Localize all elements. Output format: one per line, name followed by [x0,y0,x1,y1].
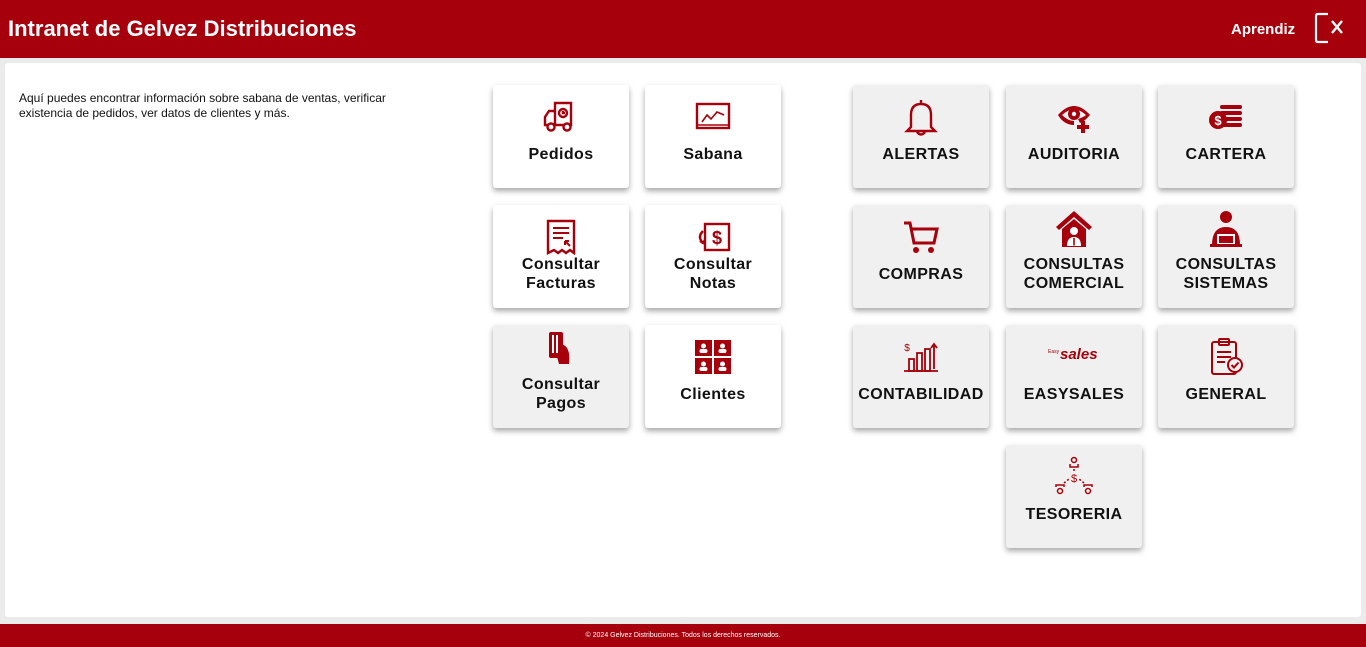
app-header: Intranet de Gelvez Distribuciones Aprend… [0,0,1366,58]
chart-icon [693,99,733,135]
bell-icon [901,97,941,137]
tile-consultar-notas[interactable]: $ Consultar Notas [645,205,781,308]
tile-label: CONTABILIDAD [858,386,984,403]
easysales-logo: Easy sales [1044,343,1104,367]
tile-contabilidad[interactable]: $ CONTABILIDAD [853,325,989,428]
tile-label: CONSULTAS SISTEMAS [1175,256,1277,292]
tile-clientes[interactable]: Clientes [645,325,781,428]
money-note-icon: $ [693,219,733,255]
person-laptop-icon [1206,209,1246,249]
clients-grid-icon [693,339,733,375]
cart-icon [901,219,941,255]
tile-alertas[interactable]: ALERTAS [853,85,989,188]
tile-label: GENERAL [1185,386,1267,403]
tile-label: Pedidos [528,146,594,163]
svg-text:$: $ [904,343,910,354]
tile-label: COMPRAS [878,266,964,283]
tile-compras[interactable]: COMPRAS [853,205,989,308]
main-panel: Aquí puedes encontrar información sobre … [5,63,1361,617]
tile-label: Sabana [683,146,743,163]
tile-label: CARTERA [1185,146,1267,163]
svg-text:sales: sales [1060,346,1098,363]
tile-pedidos[interactable]: Pedidos [493,85,629,188]
tile-label: CONSULTAS COMERCIAL [1023,256,1125,292]
tile-label: Clientes [680,386,746,403]
house-person-icon [1054,209,1094,249]
svg-text:$: $ [1071,473,1077,485]
money-flow-icon: $ [1054,455,1094,495]
tile-label: EASYSALES [1023,386,1125,403]
truck-icon [541,99,581,135]
tile-cartera[interactable]: $ CARTERA [1158,85,1294,188]
tile-label: Consultar Facturas [521,256,601,292]
tile-consultas-comercial[interactable]: CONSULTAS COMERCIAL [1006,205,1142,308]
app-title: Intranet de Gelvez Distribuciones [8,16,357,41]
page-description: Aquí puedes encontrar información sobre … [19,91,386,120]
eye-plus-icon [1054,99,1094,135]
card-payment-icon [541,330,581,366]
svg-text:Easy: Easy [1048,349,1060,355]
tile-label: Consultar Pagos [521,376,601,412]
tile-easysales[interactable]: Easy sales EASYSALES [1006,325,1142,428]
tile-consultas-sistemas[interactable]: CONSULTAS SISTEMAS [1158,205,1294,308]
logout-icon[interactable] [1314,12,1348,44]
tile-label: AUDITORIA [1027,146,1121,163]
bar-chart-icon: $ [901,339,941,375]
footer-text: © 2024 Gelvez Distribuciones. Todos los … [585,632,781,639]
tile-sabana[interactable]: Sabana [645,85,781,188]
tile-consultar-pagos[interactable]: Consultar Pagos [493,325,629,428]
tile-label: Consultar Notas [673,256,753,292]
invoice-icon [541,219,581,255]
user-name[interactable]: Aprendiz [1231,21,1295,38]
tile-consultar-facturas[interactable]: Consultar Facturas [493,205,629,308]
tile-auditoria[interactable]: AUDITORIA [1006,85,1142,188]
tile-tesoreria[interactable]: $ TESORERIA [1006,445,1142,548]
svg-text:$: $ [1214,113,1222,128]
clipboard-check-icon [1206,337,1246,377]
footer: © 2024 Gelvez Distribuciones. Todos los … [0,624,1366,647]
svg-text:$: $ [712,228,722,248]
tile-label: ALERTAS [882,146,960,163]
tile-label: TESORERIA [1025,506,1123,523]
coins-icon: $ [1206,99,1246,135]
tile-general[interactable]: GENERAL [1158,325,1294,428]
